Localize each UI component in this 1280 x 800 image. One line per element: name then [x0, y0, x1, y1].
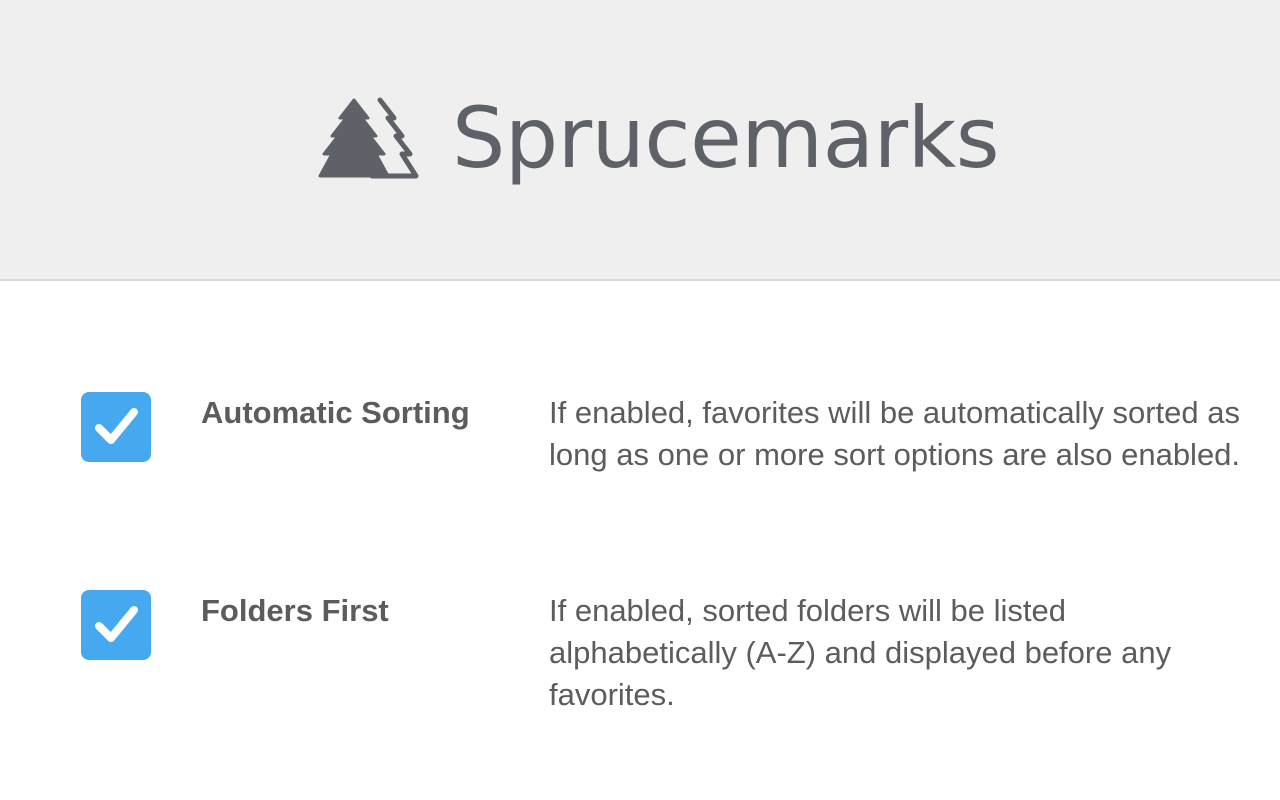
brand-title: Sprucemarks [452, 89, 1000, 187]
option-description: If enabled, favorites will be automatica… [549, 395, 1241, 472]
option-description: If enabled, sorted folders will be liste… [549, 593, 1172, 712]
spruce-trees-icon [318, 97, 419, 179]
checkmark-icon [95, 606, 138, 642]
header: Sprucemarks [0, 0, 1280, 281]
checkmark-icon [95, 408, 138, 444]
option-label: Automatic Sorting [201, 395, 470, 430]
folders-first-checkbox[interactable] [81, 590, 151, 660]
automatic-sorting-checkbox[interactable] [81, 392, 151, 462]
option-label: Folders First [201, 593, 389, 628]
